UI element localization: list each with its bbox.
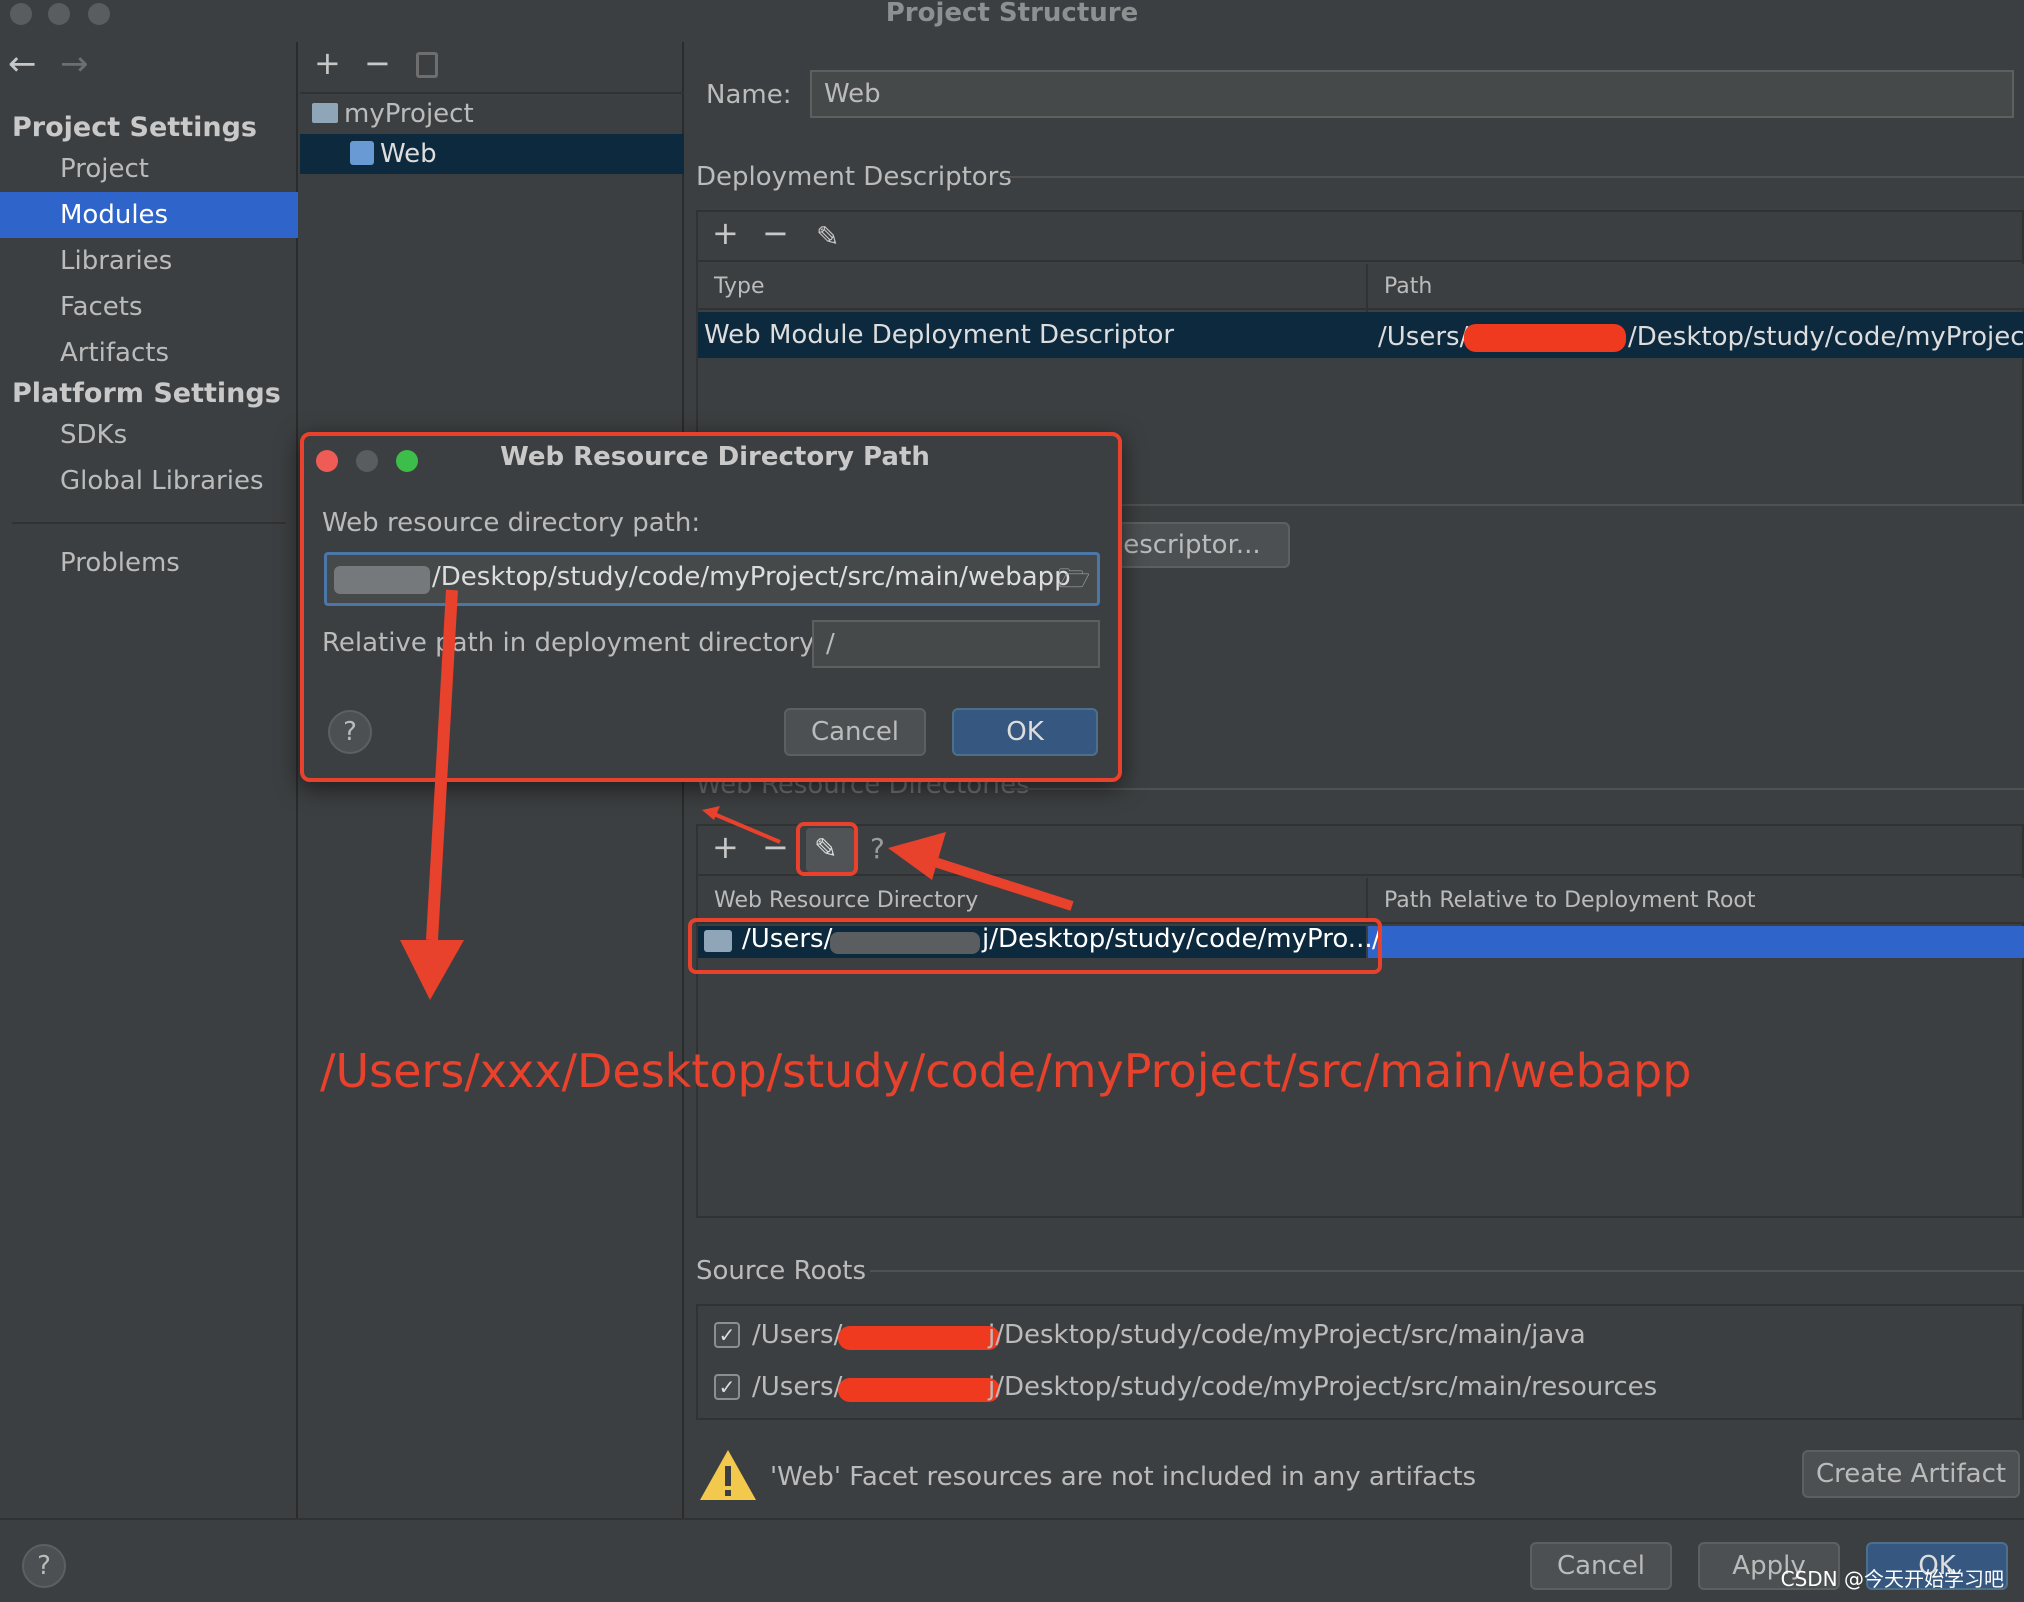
watermark: CSDN @今天开始学习吧: [1780, 1567, 2004, 1591]
annotation-arrow-down: [426, 589, 458, 941]
annotation-arrowhead-small: [702, 806, 720, 820]
annotation-arrows: [400, 589, 1074, 1000]
annotation-arrowhead-left: [888, 832, 946, 880]
annotation-arrow-small: [713, 812, 781, 844]
annotation-arrow-left: [914, 851, 1074, 911]
annotation-arrowhead-down: [400, 940, 464, 1000]
annotation-path-text: /Users/xxx/Desktop/study/code/myProject/…: [320, 1044, 1692, 1098]
